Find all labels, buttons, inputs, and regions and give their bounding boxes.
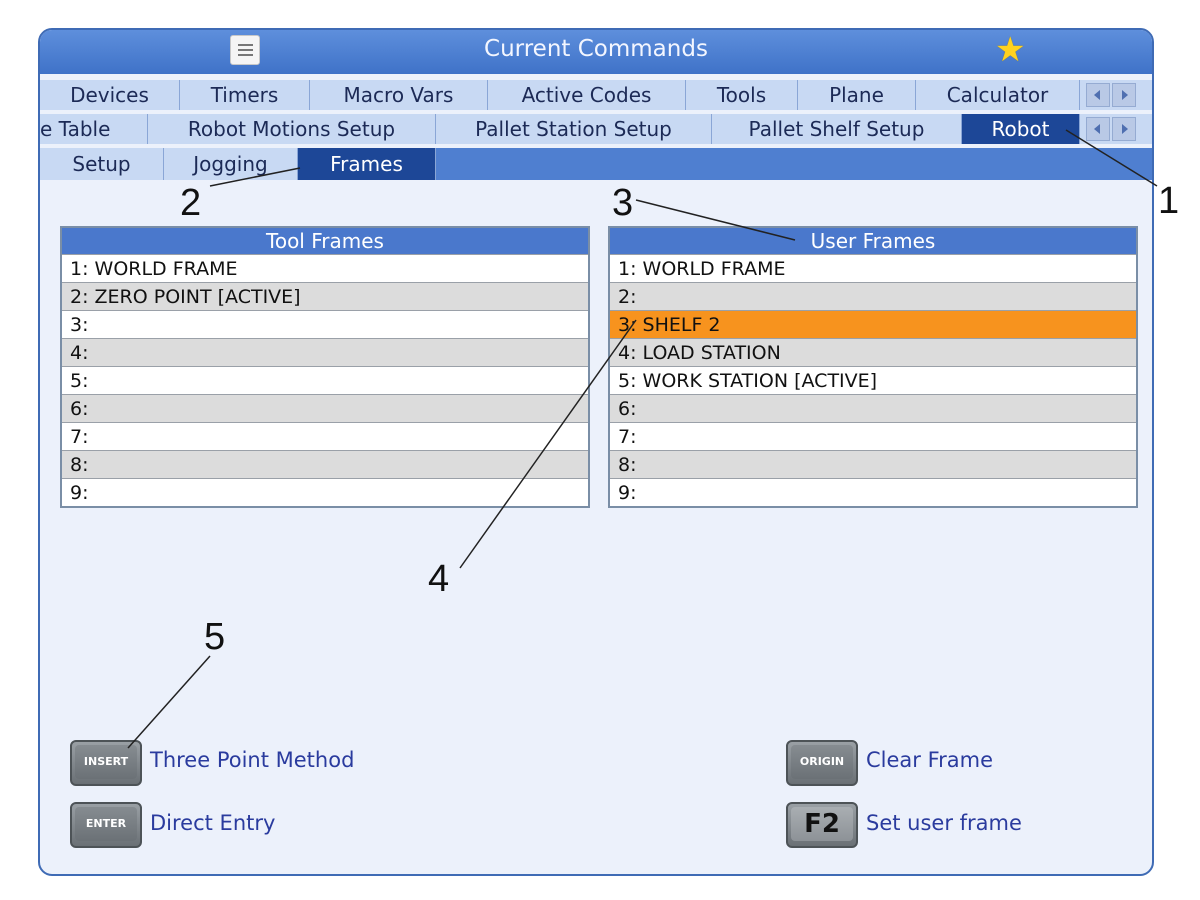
callout-number-4: 4	[428, 558, 450, 600]
callout-number-2: 2	[180, 182, 202, 224]
callout-leader-lines	[127, 129, 1158, 749]
callout-number-5: 5	[204, 616, 226, 658]
callout-number-1: 1	[1158, 180, 1180, 222]
callout-number-3: 3	[612, 182, 634, 224]
